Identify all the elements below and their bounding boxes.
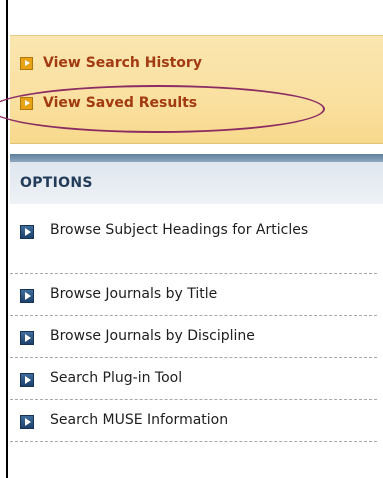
arrow-bullet-icon	[20, 56, 33, 70]
option-label: Browse Journals by Title	[50, 286, 218, 302]
options-header: OPTIONS	[10, 162, 383, 204]
view-search-history-label: View Search History	[43, 55, 202, 71]
options-separator-bar	[10, 154, 383, 162]
sidebar-panel: View Search History View Saved Results O…	[6, 0, 383, 478]
view-saved-results-label: View Saved Results	[43, 95, 198, 111]
option-label: Search Plug-in Tool	[50, 370, 183, 386]
search-plug-in-tool-link[interactable]: Search Plug-in Tool	[10, 358, 377, 400]
browse-subject-headings-link[interactable]: Browse Subject Headings for Articles	[10, 212, 377, 274]
view-search-history-link[interactable]: View Search History	[20, 52, 202, 74]
option-label: Browse Journals by Discipline	[50, 328, 255, 344]
option-label: Search MUSE Information	[50, 412, 229, 428]
view-saved-results-link[interactable]: View Saved Results	[20, 92, 197, 114]
history-panel: View Search History View Saved Results	[10, 36, 383, 144]
browse-journals-by-discipline-link[interactable]: Browse Journals by Discipline	[10, 316, 377, 358]
option-label: Browse Subject Headings for Articles	[50, 222, 309, 238]
arrow-bullet-icon	[20, 373, 34, 387]
arrow-bullet-icon	[20, 415, 34, 429]
arrow-bullet-icon	[20, 225, 34, 239]
browse-journals-by-title-link[interactable]: Browse Journals by Title	[10, 274, 377, 316]
top-strip	[10, 0, 383, 36]
arrow-bullet-icon	[20, 289, 34, 303]
options-list: Browse Subject Headings for Articles Bro…	[10, 212, 383, 442]
options-title: OPTIONS	[20, 175, 93, 191]
search-muse-information-link[interactable]: Search MUSE Information	[10, 400, 377, 442]
arrow-bullet-icon	[20, 331, 34, 345]
arrow-bullet-icon	[20, 96, 33, 110]
